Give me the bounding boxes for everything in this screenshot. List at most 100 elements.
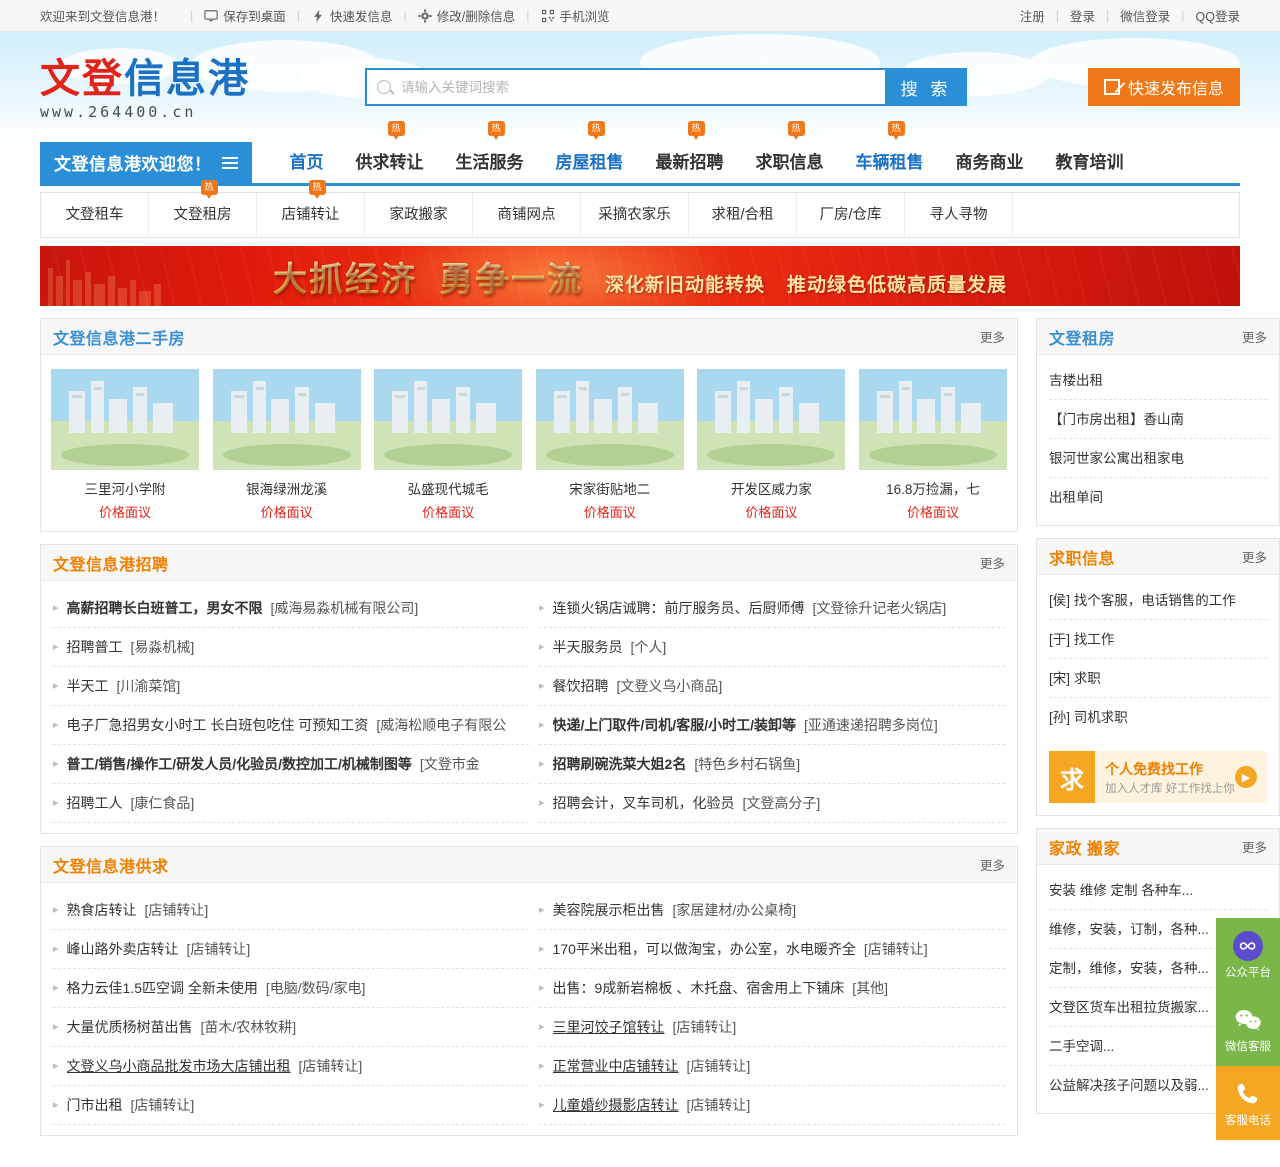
list-item[interactable]: 安装 维修 定制 各种车... [1049,871,1267,910]
logo-text-blue: 信息港 [124,55,250,102]
list-item[interactable]: ▸正常营业中店铺转让[店铺转让] [539,1047,1005,1086]
list-item[interactable]: ▸出售：9成新岩棉板 、木托盘、宿舍用上下铺床[其他] [539,969,1005,1008]
chevron-right-icon: ▶ [1235,766,1257,788]
house-card[interactable]: 三里河小学附 价格面议 [51,369,199,521]
house-card[interactable]: 16.8万捡漏，七 价格面议 [859,369,1007,521]
list-item[interactable]: ▸快递/上门取件/司机/客服/小时工/装卸等[亚通速递招聘多岗位] [539,706,1005,745]
free-job-search-ad[interactable]: 求 个人免费找工作 加入人才库 好工作找上你 ▶ [1049,751,1267,803]
more-link[interactable]: 更多 [1242,547,1267,566]
house-card[interactable]: 宋家街贴地二 价格面议 [536,369,684,521]
bullet-arrow-icon: ▸ [539,1022,545,1033]
nav-item-life-services[interactable]: 热生活服务 [440,141,540,185]
list-item[interactable]: ▸美容院展示柜出售[家居建材/办公桌椅] [539,891,1005,930]
edit-delete-link[interactable]: 修改/删除信息 [418,6,515,25]
panel-header: 求职信息 更多 [1037,539,1279,575]
search-input[interactable] [399,70,875,104]
list-item[interactable]: ▸峰山路外卖店转让[店铺转让] [53,930,529,969]
site-logo[interactable]: 文登信息港 www.264400.cn [40,54,340,121]
subnav-item-lost-found[interactable]: 寻人寻物 [905,193,1013,237]
list-item[interactable]: 出租单间 [1049,478,1267,517]
promo-banner[interactable]: 大抓经济 勇争一流 深化新旧动能转换 推动绿色低碳高质量发展 [40,246,1240,306]
nav-item-vehicles[interactable]: 热车辆租售 [840,141,940,185]
logo-text-red: 文登 [40,55,124,102]
list-item[interactable]: 吉楼出租 [1049,361,1267,400]
qq-login-link[interactable]: QQ登录 [1196,6,1240,25]
save-to-desktop-link[interactable]: 保存到桌面 [204,6,286,25]
panel-title: 文登信息港二手房 [53,325,185,349]
wechat-login-link[interactable]: 微信登录 [1120,6,1170,25]
list-item[interactable]: ▸门市出租[店铺转让] [53,1086,529,1125]
house-card[interactable]: 开发区威力家 价格面议 [697,369,845,521]
subnav-item-housekeeping[interactable]: 家政搬家 [365,193,473,237]
list-item[interactable]: ▸招聘刷碗洗菜大姐2名[特色乡村石锅鱼] [539,745,1005,784]
nav-item-jobs[interactable]: 热最新招聘 [640,141,740,185]
nav-item-business[interactable]: 商务商业 [940,141,1040,185]
nav-item-label: 供求转让 [356,153,424,172]
list-item[interactable]: ▸半天工[川渝菜馆] [53,667,529,706]
save-to-desktop-label: 保存到桌面 [223,6,286,25]
more-link[interactable]: 更多 [980,327,1005,346]
wechat-service-widget[interactable]: 微信客服 [1216,992,1280,1066]
list-item[interactable]: 【门市房出租】香山南 [1049,400,1267,439]
list-item[interactable]: ▸三里河饺子馆转让[店铺转让] [539,1008,1005,1047]
list-item[interactable]: ▸普工/销售/操作工/研发人员/化验员/数控加工/机械制图等[文登市金 [53,745,529,784]
list-item[interactable]: ▸连锁火锅店诚聘：前厅服务员、后厨师傅[文登徐升记老火锅店] [539,589,1005,628]
list-item[interactable]: ▸招聘会计，叉车司机，化验员[文登高分子] [539,784,1005,823]
hamburger-icon[interactable] [222,157,238,169]
list-item[interactable]: ▸电子厂急招男女小时工 长白班包吃住 可预知工资[威海松顺电子有限公 [53,706,529,745]
hot-badge: 热 [309,180,326,195]
register-link[interactable]: 注册 [1020,6,1045,25]
list-item[interactable]: ▸招聘工人[康仁食品] [53,784,529,823]
subnav-item-shop-transfer[interactable]: 热店铺转让 [257,193,365,237]
list-item[interactable]: [孙] 司机求职 [1049,698,1267,737]
list-item[interactable]: ▸高薪招聘长白班普工，男女不限[威海易淼机械有限公司] [53,589,529,628]
nav-item-home[interactable]: 首页 [274,141,340,185]
list-item[interactable]: ▸文登义乌小商品批发市场大店铺出租[店铺转让] [53,1047,529,1086]
house-card[interactable]: 弘盛现代城毛 价格面议 [374,369,522,521]
subnav-item-car-rental[interactable]: 文登租车 [41,193,149,237]
search-box[interactable] [365,68,885,106]
list-item[interactable]: ▸格力云佳1.5匹空调 全新未使用[电脑/数码/家电] [53,969,529,1008]
list-item[interactable]: 银河世家公寓出租家电 [1049,439,1267,478]
more-link[interactable]: 更多 [980,553,1005,572]
subnav-item-seeking-rental[interactable]: 求租/合租 [689,193,797,237]
search-button[interactable]: 搜 索 [885,68,967,106]
public-platform-widget[interactable]: 公众平台 [1216,918,1280,992]
subnav-item-house-rental[interactable]: 热文登租房 [149,193,257,237]
more-link[interactable]: 更多 [1242,837,1267,856]
more-link[interactable]: 更多 [1242,327,1267,346]
search-icon [377,80,391,94]
nav-brand[interactable]: 文登信息港欢迎您！ [40,142,252,183]
page-content: 文登信息港二手房 更多 三里河小学附 价格面议 银海绿洲龙溪 价格面议 [0,318,1280,1148]
list-item[interactable]: [宋] 求职 [1049,659,1267,698]
quick-post-link[interactable]: 快速发信息 [311,6,393,25]
list-item[interactable]: ▸大量优质杨树苗出售[苗木/农林牧耕] [53,1008,529,1047]
service-phone-widget[interactable]: 客服电话 [1216,1066,1280,1140]
hot-badge: 热 [888,121,905,136]
list-item[interactable]: [于] 找工作 [1049,620,1267,659]
list-item[interactable]: ▸半天服务员[个人] [539,628,1005,667]
publish-info-label: 快速发布信息 [1128,75,1224,99]
house-card[interactable]: 银海绿洲龙溪 价格面议 [213,369,361,521]
publish-info-button[interactable]: 快速发布信息 [1088,68,1240,106]
list-item[interactable]: [侯] 找个客服，电话销售的工作 [1049,581,1267,620]
list-item[interactable]: ▸170平米出租，可以做淘宝，办公室，水电暖齐全[店铺转让] [539,930,1005,969]
list-item[interactable]: ▸熟食店转让[店铺转让] [53,891,529,930]
banner-headline-1: 大抓经济 [273,252,417,301]
list-item[interactable]: ▸儿童婚纱摄影店转让[店铺转让] [539,1086,1005,1125]
subnav-item-factory-warehouse[interactable]: 厂房/仓库 [797,193,905,237]
subnav-item-commercial[interactable]: 商铺网点 [473,193,581,237]
nav-item-label: 商务商业 [956,153,1024,172]
more-link[interactable]: 更多 [980,855,1005,874]
list-item[interactable]: ▸招聘普工[易淼机械] [53,628,529,667]
house-thumbnail [697,454,845,470]
subnav-item-farmstay[interactable]: 采摘农家乐 [581,193,689,237]
nav-item-housing[interactable]: 热房屋租售 [540,141,640,185]
nav-item-jobseek[interactable]: 热求职信息 [740,141,840,185]
login-link[interactable]: 登录 [1070,6,1095,25]
list-item[interactable]: ▸餐饮招聘[文登义乌小商品] [539,667,1005,706]
house-title: 银海绿洲龙溪 [213,478,361,498]
mobile-browse-link[interactable]: 手机浏览 [541,6,610,25]
nav-item-education[interactable]: 教育培训 [1040,141,1140,185]
nav-item-supply-transfer[interactable]: 热供求转让 [340,141,440,185]
